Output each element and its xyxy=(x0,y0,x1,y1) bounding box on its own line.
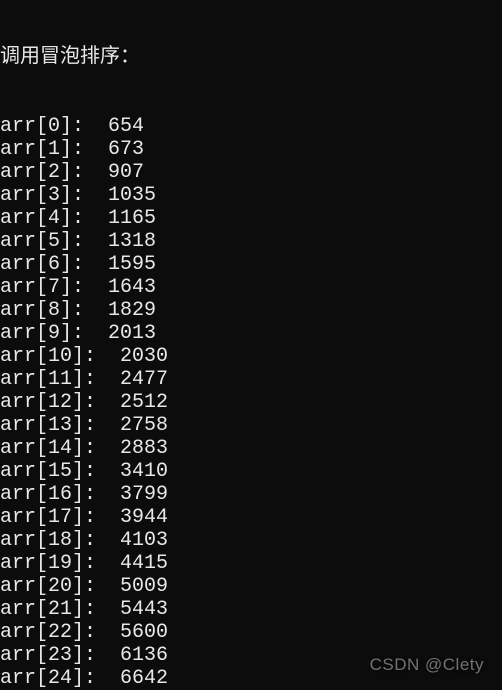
array-row: arr[20]: 5009 xyxy=(0,575,502,598)
array-row: arr[1]: 673 xyxy=(0,138,502,161)
array-row: arr[6]: 1595 xyxy=(0,253,502,276)
array-row: arr[0]: 654 xyxy=(0,115,502,138)
array-row: arr[9]: 2013 xyxy=(0,322,502,345)
watermark: CSDN @Clety xyxy=(370,653,484,676)
array-row: arr[10]: 2030 xyxy=(0,345,502,368)
array-row: arr[21]: 5443 xyxy=(0,598,502,621)
array-row: arr[4]: 1165 xyxy=(0,207,502,230)
array-row: arr[18]: 4103 xyxy=(0,529,502,552)
array-rows: arr[0]: 654arr[1]: 673arr[2]: 907arr[3]:… xyxy=(0,115,502,690)
array-row: arr[13]: 2758 xyxy=(0,414,502,437)
array-row: arr[22]: 5600 xyxy=(0,621,502,644)
array-row: arr[11]: 2477 xyxy=(0,368,502,391)
array-row: arr[19]: 4415 xyxy=(0,552,502,575)
array-row: arr[15]: 3410 xyxy=(0,460,502,483)
array-row: arr[8]: 1829 xyxy=(0,299,502,322)
array-row: arr[2]: 907 xyxy=(0,161,502,184)
array-row: arr[12]: 2512 xyxy=(0,391,502,414)
array-row: arr[3]: 1035 xyxy=(0,184,502,207)
array-row: arr[16]: 3799 xyxy=(0,483,502,506)
array-row: arr[17]: 3944 xyxy=(0,506,502,529)
array-row: arr[7]: 1643 xyxy=(0,276,502,299)
array-row: arr[5]: 1318 xyxy=(0,230,502,253)
array-row: arr[14]: 2883 xyxy=(0,437,502,460)
header-line: 调用冒泡排序： xyxy=(0,46,502,69)
terminal-output: 调用冒泡排序： arr[0]: 654arr[1]: 673arr[2]: 90… xyxy=(0,0,502,690)
